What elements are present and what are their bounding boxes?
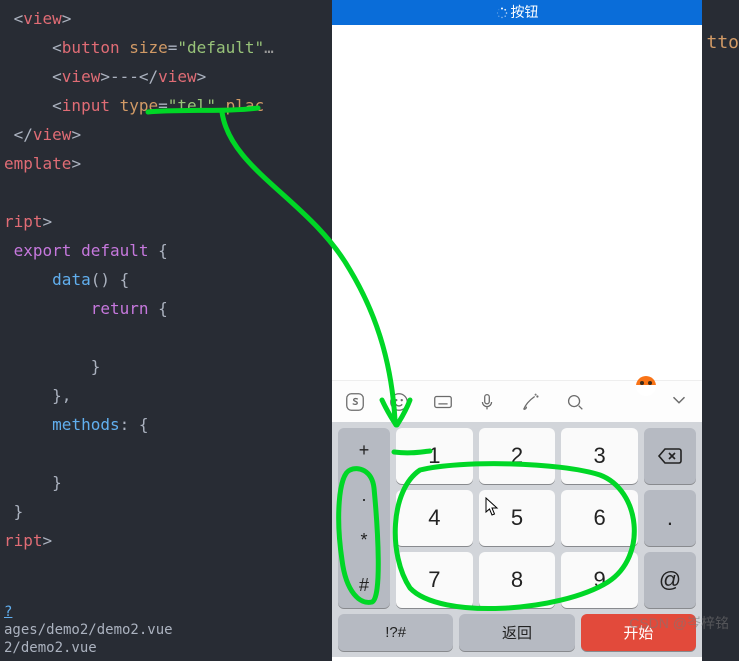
header-title: 按钮 <box>511 4 539 20</box>
key-dot[interactable]: . <box>361 473 366 518</box>
key-plus[interactable]: + <box>359 428 370 473</box>
brush-icon[interactable] <box>520 391 542 413</box>
emoji-icon[interactable] <box>388 391 410 413</box>
key-8[interactable]: 8 <box>479 552 556 608</box>
loading-icon <box>496 7 508 19</box>
symbol-column: + . * # <box>338 428 390 608</box>
fox-avatar[interactable] <box>636 376 656 396</box>
key-4[interactable]: 4 <box>396 490 473 546</box>
phone-content-area[interactable] <box>332 25 702 380</box>
key-backspace[interactable] <box>644 428 696 484</box>
keyboard-toolbar <box>332 380 702 422</box>
search-icon[interactable] <box>564 391 586 413</box>
tag-button: button <box>62 38 120 57</box>
key-at[interactable]: @ <box>644 552 696 608</box>
key-back[interactable]: 返回 <box>459 614 574 651</box>
key-star[interactable]: * <box>360 518 367 563</box>
tag-input: input <box>62 96 110 115</box>
chevron-down-icon[interactable] <box>668 389 690 415</box>
watermark: CSDN @岑梓铭 <box>629 613 729 633</box>
key-7[interactable]: 7 <box>396 552 473 608</box>
phone-simulator: 按钮 + . * # 1 2 3 4 5 6 . 7 <box>332 0 702 661</box>
tag-view: view <box>23 9 62 28</box>
microphone-icon[interactable] <box>476 391 498 413</box>
key-2[interactable]: 2 <box>479 428 556 484</box>
key-1[interactable]: 1 <box>396 428 473 484</box>
right-code-snippet: tto <box>706 32 739 53</box>
key-3[interactable]: 3 <box>561 428 638 484</box>
key-9[interactable]: 9 <box>561 552 638 608</box>
key-5[interactable]: 5 <box>479 490 556 546</box>
sogou-icon[interactable] <box>344 391 366 413</box>
key-hash[interactable]: # <box>359 563 369 608</box>
terminal-output: ? ages/demo2/demo2.vue 2/demo2.vue <box>0 603 332 661</box>
key-6[interactable]: 6 <box>561 490 638 546</box>
code-editor[interactable]: <view> <button size="default"… <view>---… <box>0 0 332 661</box>
keyboard-icon[interactable] <box>432 391 454 413</box>
key-period[interactable]: . <box>644 490 696 546</box>
key-symbols[interactable]: !?# <box>338 614 453 651</box>
app-header: 按钮 <box>332 0 702 25</box>
numeric-keyboard: + . * # 1 2 3 4 5 6 . 7 8 9 @ <box>332 422 702 614</box>
